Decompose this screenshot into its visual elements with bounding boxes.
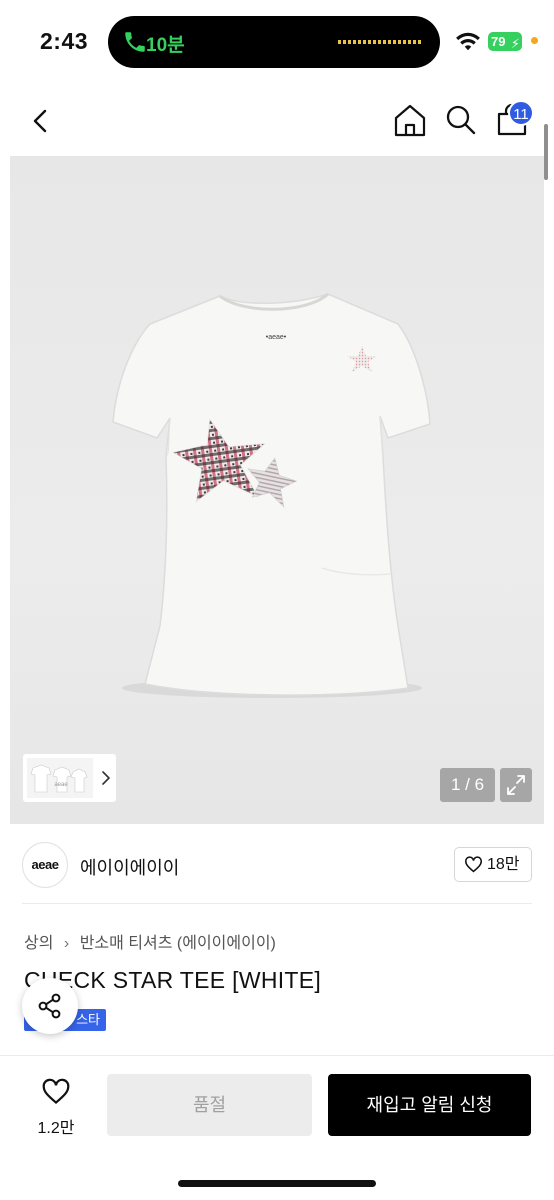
chevron-right-icon: ›: [63, 935, 70, 952]
product-image: •aeae•: [112, 292, 431, 698]
thumbnail-image[interactable]: aeae: [27, 758, 93, 798]
expand-icon: [507, 775, 525, 795]
svg-text:aeae: aeae: [54, 782, 68, 788]
soldout-button[interactable]: 품절: [107, 1074, 312, 1136]
breadcrumb-subcategory[interactable]: 반소매 티셔츠 (에이이에이이): [80, 929, 276, 953]
brand-name[interactable]: 에이이에이이: [80, 854, 179, 880]
gallery-thumbnail-strip[interactable]: aeae: [23, 754, 116, 802]
cart-count-badge: 11: [508, 100, 534, 126]
phone-icon: [125, 32, 145, 52]
share-icon: [38, 993, 61, 1019]
privacy-indicator-dot: [531, 37, 538, 44]
share-button[interactable]: [22, 978, 78, 1034]
status-bar: 2:43 10분 79 ⚡: [0, 0, 554, 80]
battery-level: 79: [491, 34, 506, 49]
brand-like-button[interactable]: 18만: [454, 847, 532, 882]
audio-waveform: [338, 40, 422, 44]
wishlist-button[interactable]: 1.2만: [26, 1074, 86, 1138]
section-divider: [22, 903, 532, 904]
chevron-right-icon[interactable]: [99, 768, 113, 788]
brand-like-count: 18만: [487, 856, 520, 873]
bottom-action-bar: 1.2만 품절 재입고 알림 신청: [0, 1055, 554, 1200]
call-duration: 10분: [146, 35, 185, 56]
expand-button[interactable]: [500, 768, 532, 802]
top-navigation: [0, 88, 554, 154]
status-time: 2:43: [40, 28, 89, 54]
image-page-counter: 1 / 6: [440, 768, 495, 802]
wifi-icon: [456, 32, 480, 51]
page-scrollbar[interactable]: [544, 124, 548, 180]
breadcrumb-category[interactable]: 상의: [24, 929, 53, 953]
breadcrumb: 상의 › 반소매 티셔츠 (에이이에이이): [24, 929, 276, 953]
home-icon[interactable]: [392, 102, 428, 138]
heart-outline-icon: [465, 856, 482, 873]
brand-row: aeae 에이이에이이 18만: [22, 842, 532, 888]
wishlist-count: 1.2만: [37, 1120, 75, 1137]
product-image-gallery[interactable]: •aeae• aeae 1 / 6: [10, 156, 544, 824]
chevron-left-icon[interactable]: [24, 104, 58, 138]
battery-indicator: 79 ⚡: [488, 32, 522, 51]
heart-outline-icon: [42, 1078, 70, 1105]
dynamic-island[interactable]: 10분: [108, 16, 440, 68]
home-indicator[interactable]: [178, 1180, 376, 1187]
search-icon[interactable]: [443, 102, 479, 138]
charging-bolt-icon: ⚡: [510, 36, 520, 51]
svg-text:•aeae•: •aeae•: [266, 334, 287, 341]
brand-logo[interactable]: aeae: [22, 842, 68, 888]
restock-alert-button[interactable]: 재입고 알림 신청: [328, 1074, 531, 1136]
